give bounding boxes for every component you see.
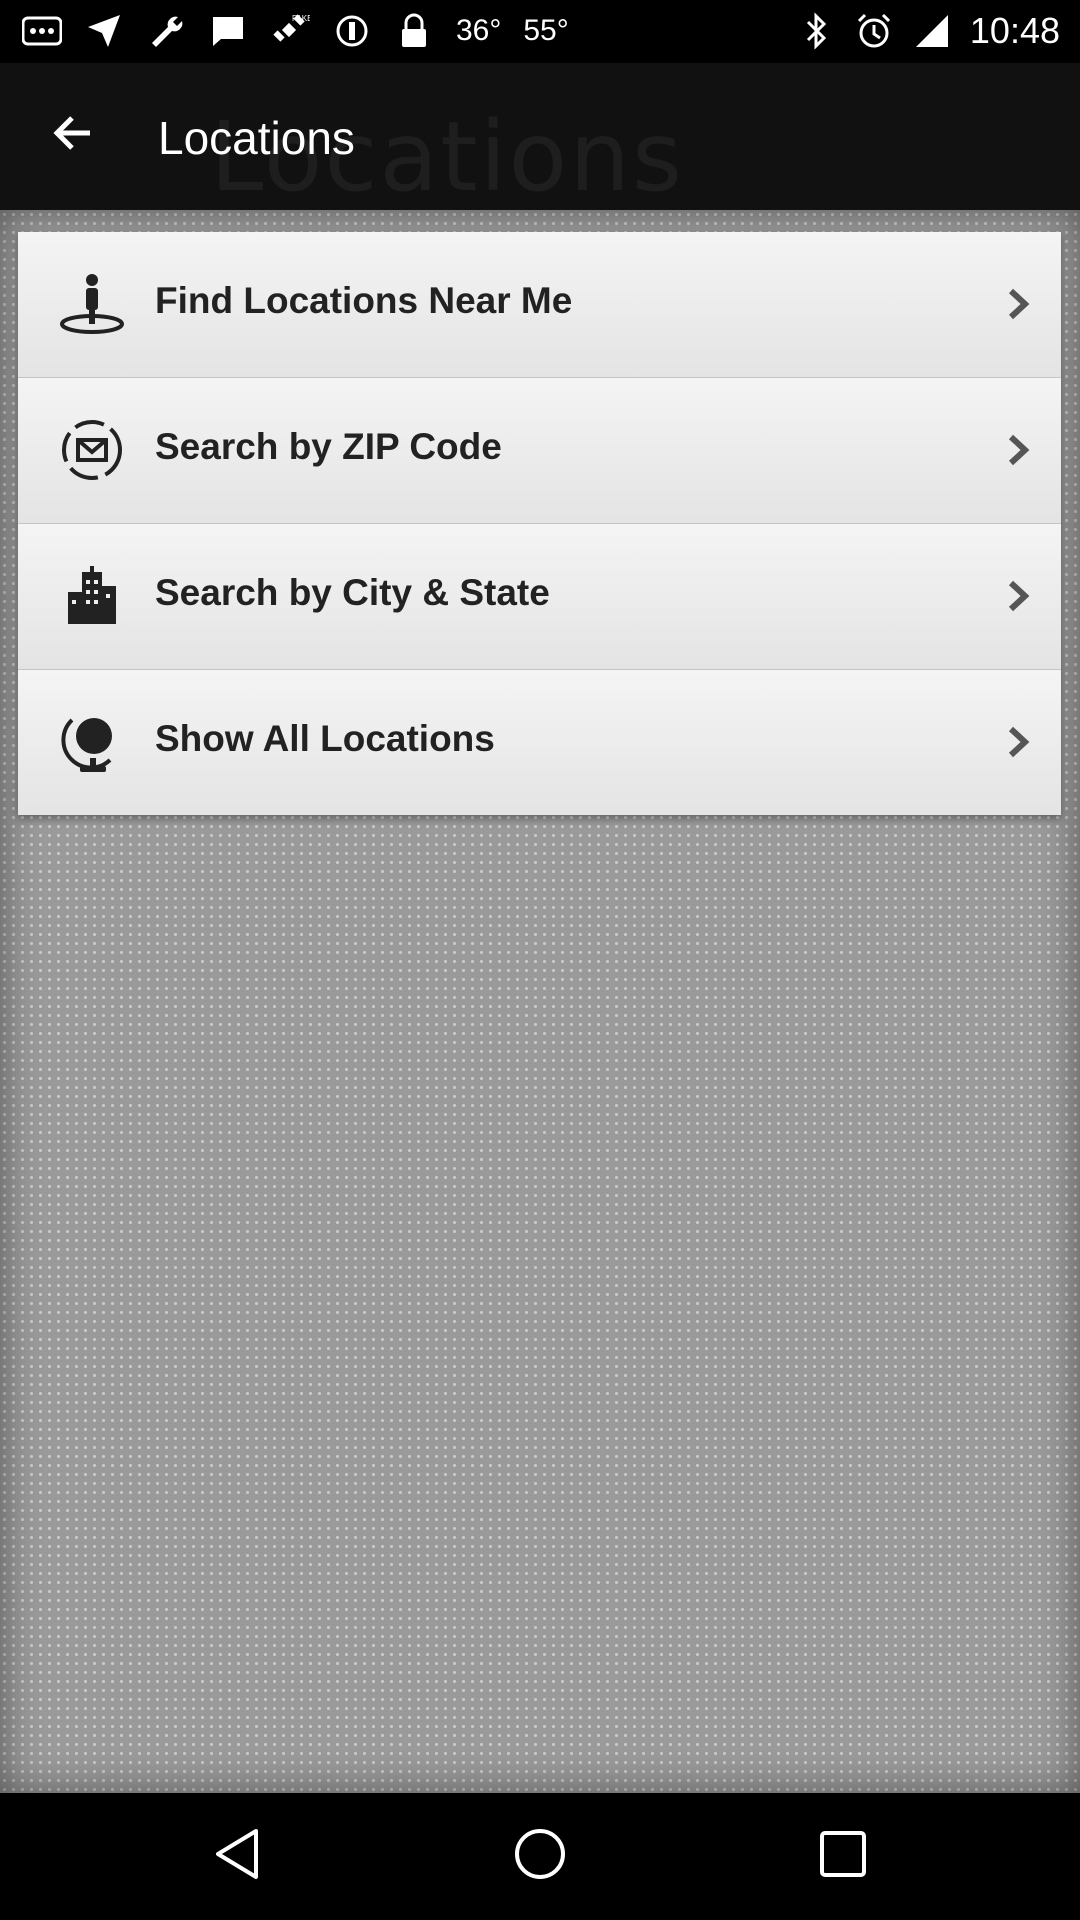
- locations-menu: Find Locations Near Me Search by ZIP Cod…: [18, 232, 1061, 815]
- mail-envelope-icon: [60, 418, 124, 482]
- arrow-left-icon: [50, 111, 94, 160]
- do-not-disturb-icon: [332, 11, 372, 51]
- svg-text:FAKE: FAKE: [292, 14, 310, 23]
- nav-recents-button[interactable]: [808, 1821, 878, 1891]
- signal-icon: [912, 11, 952, 51]
- status-bar: FAKE 36° 55° 10:48: [0, 0, 1080, 63]
- person-pin-icon: [60, 272, 124, 336]
- temperature-2: 55°: [523, 14, 569, 47]
- menu-item-show-all[interactable]: Show All Locations: [18, 670, 1061, 815]
- chevron-right-icon: [999, 284, 1039, 324]
- city-building-icon: [60, 564, 124, 628]
- menu-item-label: Find Locations Near Me: [155, 280, 573, 321]
- chevron-right-icon: [999, 576, 1039, 616]
- wrench-icon: [146, 11, 186, 51]
- clock-time: 10:48: [969, 10, 1060, 51]
- content-area: Find Locations Near Me Search by ZIP Cod…: [0, 210, 1080, 1793]
- temperature-1: 36°: [456, 14, 502, 47]
- chevron-right-icon: [999, 430, 1039, 470]
- bluetooth-icon: [796, 11, 836, 51]
- menu-item-label: Search by ZIP Code: [155, 426, 502, 467]
- fake-gps-satellite-icon: FAKE: [270, 11, 310, 51]
- menu-item-search-city-state[interactable]: Search by City & State: [18, 524, 1061, 670]
- more-dots-icon: [22, 11, 62, 51]
- nav-back-button[interactable]: [202, 1821, 272, 1891]
- recents-square-icon: [818, 1829, 868, 1884]
- back-triangle-icon: [212, 1827, 262, 1886]
- alarm-clock-icon: [854, 11, 894, 51]
- globe-icon: [60, 710, 124, 774]
- menu-item-label: Show All Locations: [155, 718, 495, 759]
- menu-item-label: Search by City & State: [155, 572, 550, 613]
- navigation-bar: [0, 1793, 1080, 1920]
- app-bar: Locations Locations: [0, 63, 1080, 210]
- menu-item-search-zip[interactable]: Search by ZIP Code: [18, 378, 1061, 524]
- home-circle-icon: [513, 1827, 567, 1886]
- page-title: Locations: [158, 112, 355, 164]
- navigation-arrow-icon: [84, 11, 124, 51]
- message-icon: [208, 11, 248, 51]
- menu-item-find-near-me[interactable]: Find Locations Near Me: [18, 232, 1061, 378]
- lock-icon: [394, 11, 434, 51]
- chevron-right-icon: [999, 722, 1039, 762]
- nav-home-button[interactable]: [505, 1821, 575, 1891]
- back-button[interactable]: [40, 103, 104, 167]
